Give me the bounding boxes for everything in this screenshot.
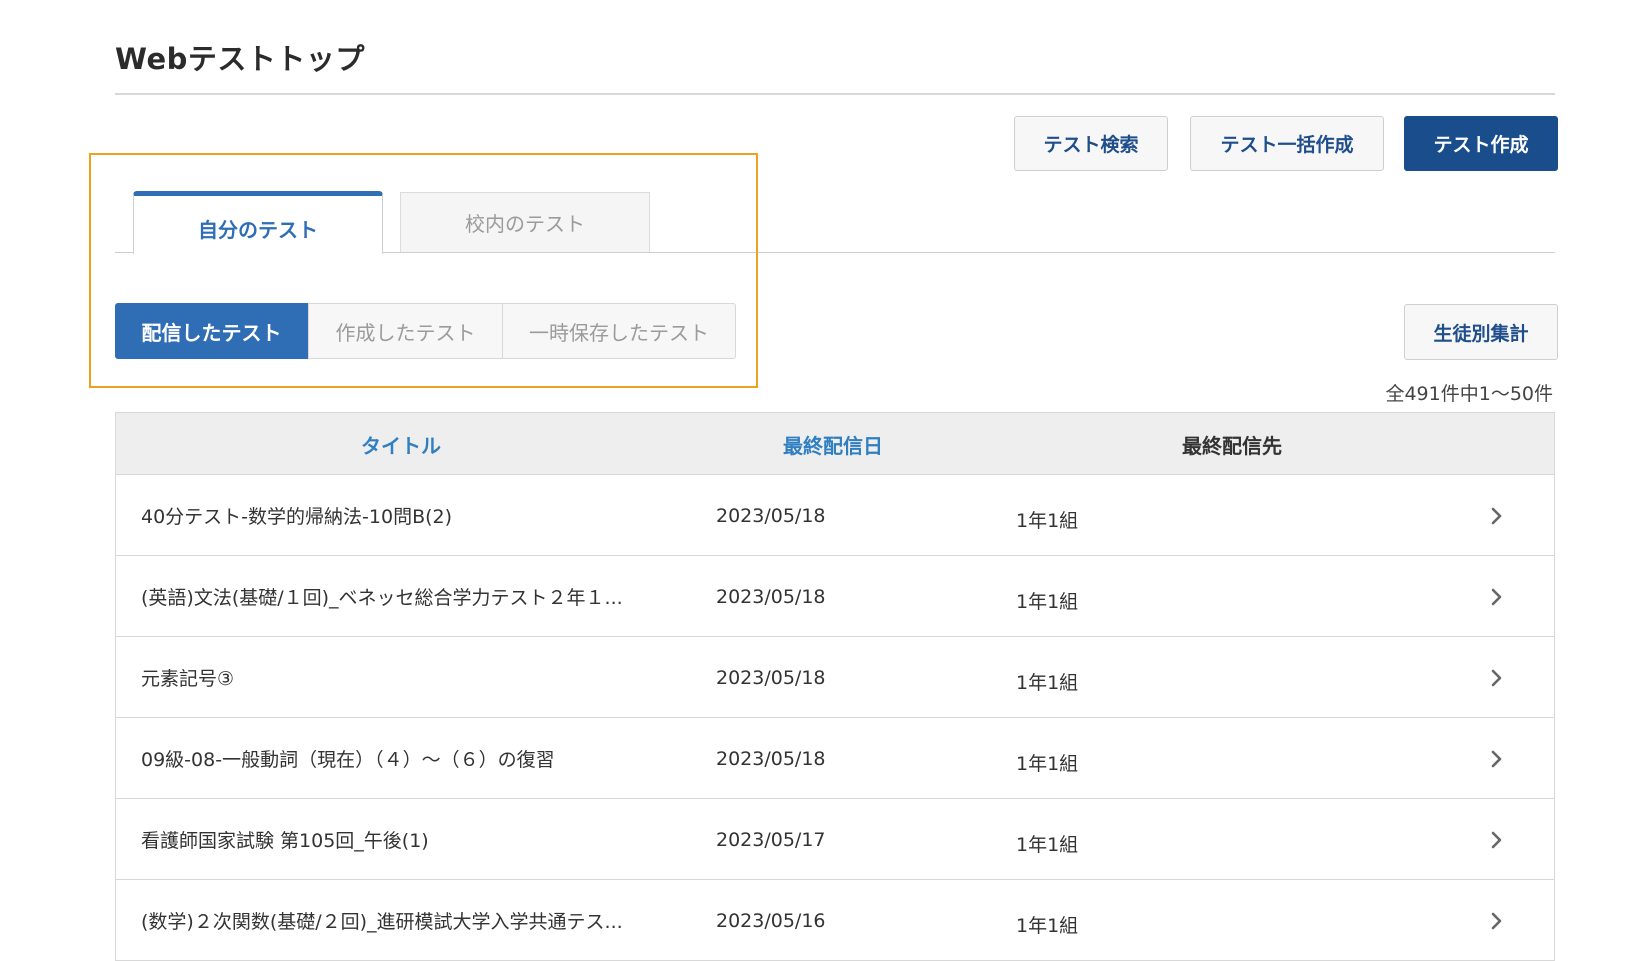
chevron-right-icon[interactable] [1490, 718, 1504, 799]
chevron-right-icon[interactable] [1490, 799, 1504, 880]
row-date: 2023/05/18 [716, 504, 826, 527]
tests-table: タイトル 最終配信日 最終配信先 40分テスト-数学的帰納法-10問B(2) 2… [115, 412, 1555, 961]
test-bulk-create-button[interactable]: テスト一括作成 [1190, 116, 1384, 171]
row-destination: 1年1組 [1016, 915, 1079, 937]
page-title: Webテストトップ [115, 42, 365, 76]
tab-my-tests[interactable]: 自分のテスト [133, 191, 383, 254]
subtab-created-tests[interactable]: 作成したテスト [308, 303, 502, 359]
row-title: (数学)２次関数(基礎/２回)_進研模試大学入学共通テス... [141, 911, 623, 933]
row-title: (英語)文法(基礎/１回)_ベネッセ総合学力テスト２年１... [141, 587, 623, 609]
row-title: 09級-08-一般動詞（現在）（４）～（６）の復習 [141, 749, 555, 771]
row-date: 2023/05/18 [716, 666, 826, 689]
row-destination: 1年1組 [1016, 510, 1079, 532]
table-row[interactable]: (数学)２次関数(基礎/２回)_進研模試大学入学共通テス... 2023/05/… [116, 880, 1554, 961]
chevron-right-icon[interactable] [1490, 475, 1504, 556]
row-date: 2023/05/16 [716, 909, 826, 932]
chevron-right-icon[interactable] [1490, 556, 1504, 637]
table-row[interactable]: (英語)文法(基礎/１回)_ベネッセ総合学力テスト２年１... 2023/05/… [116, 556, 1554, 637]
student-summary-button[interactable]: 生徒別集計 [1404, 304, 1558, 360]
tab-school-tests[interactable]: 校内のテスト [400, 192, 650, 252]
chevron-right-icon[interactable] [1490, 880, 1504, 961]
subtab-delivered-tests[interactable]: 配信したテスト [115, 303, 308, 359]
row-date: 2023/05/18 [716, 585, 826, 608]
column-header-last-delivery-date[interactable]: 最終配信日 [783, 413, 883, 475]
row-title: 元素記号③ [141, 668, 235, 690]
row-destination: 1年1組 [1016, 834, 1079, 856]
row-destination: 1年1組 [1016, 672, 1079, 694]
result-count: 全491件中1～50件 [1385, 383, 1553, 405]
table-row[interactable]: 看護師国家試験 第105回_午後(1) 2023/05/17 1年1組 [116, 799, 1554, 880]
row-destination: 1年1組 [1016, 591, 1079, 613]
test-search-button[interactable]: テスト検索 [1014, 116, 1168, 171]
column-header-title[interactable]: タイトル [361, 413, 441, 475]
row-title: 看護師国家試験 第105回_午後(1) [141, 830, 429, 852]
row-destination: 1年1組 [1016, 753, 1079, 775]
chevron-right-icon[interactable] [1490, 637, 1504, 718]
table-row[interactable]: 09級-08-一般動詞（現在）（４）～（６）の復習 2023/05/18 1年1… [116, 718, 1554, 799]
subtab-draft-tests[interactable]: 一時保存したテスト [502, 303, 736, 359]
table-row[interactable]: 40分テスト-数学的帰納法-10問B(2) 2023/05/18 1年1組 [116, 475, 1554, 556]
column-header-last-delivery-target: 最終配信先 [1182, 433, 1282, 458]
row-date: 2023/05/18 [716, 747, 826, 770]
test-create-button[interactable]: テスト作成 [1404, 116, 1558, 171]
row-date: 2023/05/17 [716, 828, 826, 851]
title-divider [115, 93, 1555, 95]
row-title: 40分テスト-数学的帰納法-10問B(2) [141, 506, 453, 528]
table-header: タイトル 最終配信日 最終配信先 [116, 413, 1554, 475]
table-row[interactable]: 元素記号③ 2023/05/18 1年1組 [116, 637, 1554, 718]
